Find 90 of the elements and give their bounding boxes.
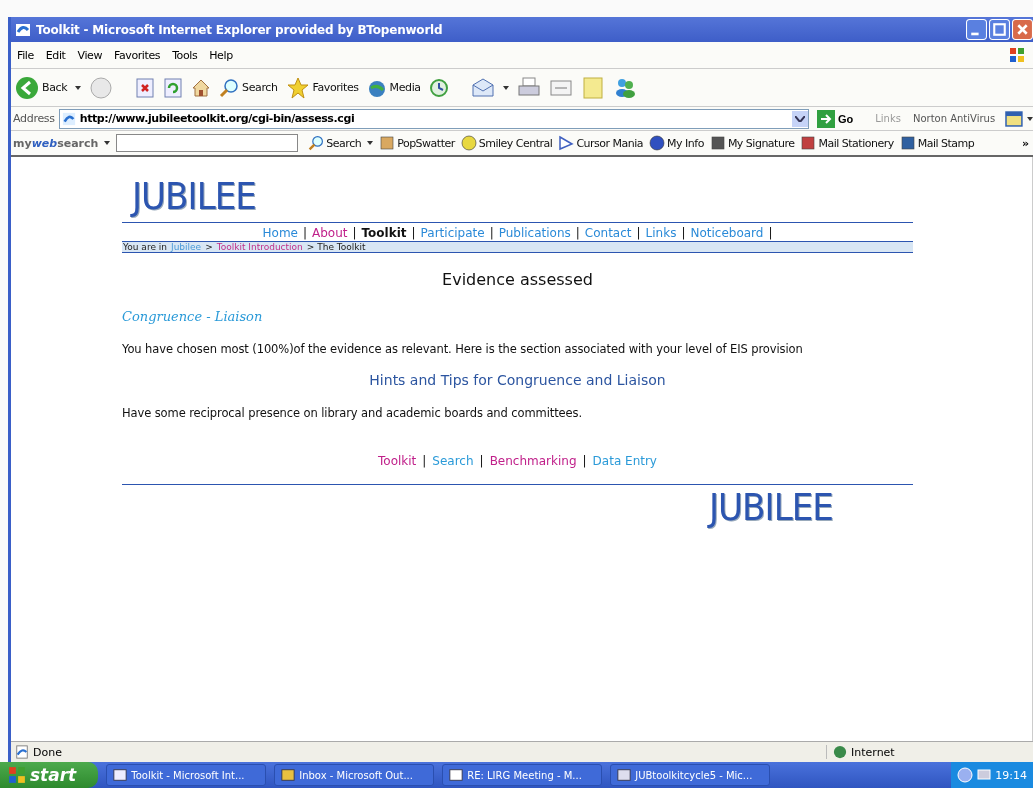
nav-link[interactable]: Participate xyxy=(420,226,485,240)
taskbar-button[interactable]: JUBtoolkitcycle5 - Mic... xyxy=(610,764,771,786)
menu-item[interactable]: View xyxy=(77,48,103,62)
forward-button-icon[interactable] xyxy=(89,75,114,100)
separator: | xyxy=(768,226,773,240)
separator: | xyxy=(575,226,580,240)
window-icon[interactable] xyxy=(1005,109,1024,128)
toolbar-link[interactable]: My Signature xyxy=(709,135,795,151)
nav-link[interactable]: Noticeboard xyxy=(690,226,764,240)
separator: | xyxy=(411,226,416,240)
norton-link[interactable]: Norton AntiVirus xyxy=(912,113,996,124)
page-heading: Evidence assessed xyxy=(441,270,594,289)
breadcrumb-current: > The Toolkit xyxy=(306,242,366,252)
start-button[interactable]: start xyxy=(0,762,99,788)
tray-icon[interactable] xyxy=(957,767,974,783)
address-label: Address xyxy=(13,112,55,125)
separator: | xyxy=(489,226,494,240)
media-button[interactable]: Media xyxy=(366,77,421,98)
dropdown-arrow-icon[interactable] xyxy=(502,85,509,90)
clock: 19:14 xyxy=(995,768,1027,782)
topic-title: Congruence - Liaison xyxy=(122,309,264,324)
footer-link[interactable]: Benchmarking xyxy=(489,454,577,468)
dropdown-arrow-icon[interactable] xyxy=(75,85,82,90)
go-button[interactable]: Go xyxy=(816,109,854,128)
search-button[interactable]: Search xyxy=(308,135,362,151)
toolbar-link[interactable]: Smiley Central xyxy=(460,135,553,151)
breadcrumb-label: You are in xyxy=(123,242,167,252)
address-field[interactable]: http://www.jubileetoolkit.org/cgi-bin/assess.cgi xyxy=(58,108,809,129)
breadcrumb-separator: > xyxy=(205,242,213,252)
section-heading: Hints and Tips for Congruence and Liaison xyxy=(368,372,667,388)
menu-item[interactable]: Favorites xyxy=(114,48,161,62)
nav-link[interactable]: Contact xyxy=(584,226,632,240)
menu-item[interactable]: Tools xyxy=(172,48,198,62)
back-button[interactable]: Back xyxy=(15,75,68,100)
windows-flag-icon xyxy=(1009,47,1025,63)
more-chevron[interactable]: » xyxy=(1021,136,1029,150)
windows-flag-icon xyxy=(8,766,26,784)
separator: | xyxy=(352,226,357,240)
zone-text: Internet xyxy=(851,745,895,759)
star-icon xyxy=(285,75,310,100)
footer-link[interactable]: Toolkit xyxy=(378,454,417,468)
toolbar-link[interactable]: Mail Stamp xyxy=(899,135,975,151)
nav-link[interactable]: About xyxy=(312,226,348,240)
search-field[interactable] xyxy=(116,134,299,152)
toolbar-link[interactable]: Mail Stationery xyxy=(800,135,894,151)
menu-item[interactable]: Help xyxy=(209,48,233,62)
taskbar-button[interactable]: Inbox - Microsoft Out... xyxy=(274,764,435,786)
toolbar-link[interactable]: PopSwatter xyxy=(379,135,455,151)
close-button[interactable] xyxy=(1012,19,1033,40)
home-icon[interactable] xyxy=(191,77,212,98)
footer-logo: JUBILEE xyxy=(709,485,833,529)
minimize-button[interactable] xyxy=(966,19,987,40)
separator: | xyxy=(582,454,587,468)
nav-link[interactable]: Links xyxy=(645,226,677,240)
search-brand: mywebsearch xyxy=(13,136,99,150)
taskbar-button[interactable]: RE: LIRG Meeting - M... xyxy=(442,764,603,786)
advice-text: Have some reciprocal presence on library and academic boards and committees. xyxy=(122,406,583,420)
search-icon xyxy=(219,77,240,98)
toolbar-link[interactable]: My Info xyxy=(649,135,704,151)
current-nav-item[interactable]: Toolkit xyxy=(361,226,407,240)
taskbar-button[interactable]: Toolkit - Microsoft Int... xyxy=(106,764,267,786)
result-text: You have chosen most (100%)of the evidence as relevant. Here is the section associated with your level of EIS provision xyxy=(122,342,804,356)
history-icon[interactable] xyxy=(428,77,449,98)
favorites-button[interactable]: Favorites xyxy=(285,75,359,100)
separator: | xyxy=(681,226,686,240)
window-title: Toolkit - Microsoft Internet Explorer provided by BTopenworld xyxy=(36,22,443,37)
dropdown-arrow-icon[interactable] xyxy=(1027,116,1033,121)
separator: | xyxy=(636,226,641,240)
status-text: Done xyxy=(33,745,62,759)
page-icon xyxy=(61,111,76,126)
menu-item[interactable]: File xyxy=(17,48,34,62)
page-icon xyxy=(15,745,29,759)
toolbar-link[interactable]: Cursor Mania xyxy=(558,135,644,151)
separator: | xyxy=(422,454,427,468)
dropdown-arrow-icon[interactable] xyxy=(367,141,374,145)
breadcrumb-link[interactable]: Toolkit Introduction xyxy=(216,242,303,252)
site-logo[interactable]: JUBILEE xyxy=(132,174,256,218)
nav-link[interactable]: Publications xyxy=(498,226,571,240)
separator: | xyxy=(302,226,307,240)
menu-item[interactable]: Edit xyxy=(45,48,66,62)
separator: | xyxy=(479,454,484,468)
nav-link[interactable]: Home xyxy=(262,226,298,240)
search-button[interactable]: Search xyxy=(219,77,278,98)
maximize-button[interactable] xyxy=(989,19,1010,40)
dropdown-button[interactable] xyxy=(791,110,808,127)
dropdown-arrow-icon[interactable] xyxy=(104,141,111,145)
caret-icon xyxy=(794,115,805,122)
stop-icon[interactable] xyxy=(135,77,156,98)
search-icon xyxy=(308,135,325,151)
refresh-icon[interactable] xyxy=(163,77,184,98)
